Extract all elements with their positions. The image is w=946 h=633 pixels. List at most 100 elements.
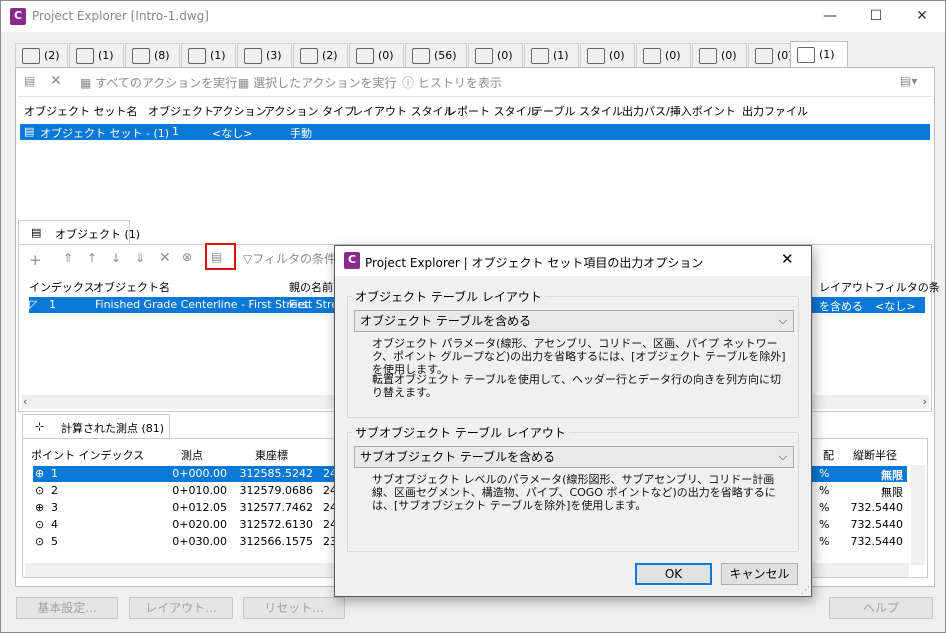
station-icon: ⊙ [35,518,45,531]
close-button[interactable]: ✕ [899,1,945,32]
maximize-button[interactable]: ☐ [853,1,899,32]
column-header[interactable]: アクション [212,103,266,119]
show-history-button[interactable]: ⓘ ヒストリを表示 [402,74,502,91]
column-header[interactable]: 東座標 [255,447,288,463]
subassembly-icon [132,47,150,64]
alignment-icon: ◸ [29,298,38,311]
station-icon: ⊙ [35,484,45,497]
profile-icon [531,47,549,64]
station-icon: ⊕ [35,501,45,514]
object-set-icon: ▤ [24,125,35,138]
highlight-box [205,243,236,270]
move-top-icon[interactable]: ⇑ [63,251,73,265]
subobject-table-layout-dropdown[interactable]: サブオブジェクト テーブルを含める ⌵ [354,446,794,468]
add-icon[interactable]: + [29,251,42,269]
scroll-left-icon[interactable]: ‹ [23,395,27,408]
corridor-icon [188,47,206,64]
move-down-icon[interactable]: ↓ [111,251,121,265]
column-header[interactable]: テーブル スタイル [532,103,623,119]
move-up-icon[interactable]: ↑ [87,251,97,265]
tab-pipe-networks[interactable]: (0) [349,43,404,67]
scroll-right-icon[interactable]: › [923,395,927,408]
object-table-layout-dropdown[interactable]: オブジェクト テーブルを含める ⌵ [354,310,794,332]
settings-button[interactable]: 基本設定... [16,597,118,619]
chevron-down-icon: ⌵ [778,314,787,327]
column-header[interactable]: フィルタの条 [874,279,940,295]
delete-icon[interactable]: ✕ [50,73,62,89]
column-header[interactable]: レイアウト スタイル [352,103,455,119]
tab-corridors[interactable]: (1) [181,43,236,67]
cancel-button[interactable]: キャンセル [721,563,798,585]
object-table-description: オブジェクト パラメータ(線形、アセンブリ、コリドー、区画、パイプ ネットワーク… [372,337,786,376]
column-header[interactable]: インデックス [29,279,95,295]
point-icon [412,47,430,64]
resize-grip-icon[interactable]: ⋰ [801,586,810,596]
station-icon: ⊹ [35,420,45,433]
group-label: オブジェクト テーブル レイアウト [352,288,545,305]
title-bar: C Project Explorer [Intro-1.dwg] — ☐ ✕ [1,1,945,32]
tab-points[interactable]: (56) [405,43,467,67]
column-header[interactable]: 配 [823,447,834,463]
column-header[interactable]: アクション タイプ [264,103,355,119]
window-title: Project Explorer [Intro-1.dwg] [32,9,209,23]
group-label: サブオブジェクト テーブル レイアウト [352,424,569,441]
column-header[interactable]: 親の名前 [289,279,333,295]
sheet-icon [755,47,773,64]
clear-icon[interactable]: ⊗ [182,250,192,264]
run-selected-button[interactable]: ▦ 選択したアクションを実行 [238,74,397,91]
reset-button[interactable]: リセット... [243,597,345,619]
tab-assemblies[interactable]: (1) [69,43,124,67]
column-header[interactable]: オブジェクト [148,103,214,119]
tab-parcels[interactable]: (2) [293,43,348,67]
dialog-close-button[interactable]: ✕ [781,250,794,268]
vertical-scrollbar[interactable] [911,465,925,565]
tab-profiles[interactable]: (1) [524,43,579,67]
move-bottom-icon[interactable]: ⇓ [135,251,145,265]
remove-icon[interactable]: ✕ [159,250,171,266]
transpose-description: 転置オブジェクト テーブルを使用して、ヘッダー行とデータ行の向きを列方向に切り替… [372,373,781,399]
column-header[interactable]: オブジェクト名 [93,279,170,295]
subobject-table-description: サブオブジェクト レベルのパラメータ(線形図形、サブアセンブリ、コリドー計画線、… [372,473,776,512]
filter-button[interactable]: ▽フィルタの条件 [243,250,336,267]
column-header[interactable]: オブジェクト セット名 [24,103,138,119]
dialog-title-bar: C Project Explorer | オブジェクト セット項目の出力オプショ… [335,246,811,276]
column-header[interactable]: 出力パス/挿入ポイント [622,103,736,119]
civil3d-app-icon: C [10,8,26,25]
help-button[interactable]: ヘルプ [829,597,933,619]
column-header[interactable]: 測点 [181,447,203,463]
table-row[interactable]: ▤ オブジェクト セット - (1) 1 <なし> 手動 [20,124,930,140]
alignment-icon [22,47,40,64]
tab-object-sets[interactable]: (1) [790,41,848,67]
tab-profile-views[interactable]: (0) [580,43,635,67]
tab-calculated-stations[interactable]: ⊹ 計算された測点 (81) [22,414,170,438]
tab-objects[interactable]: ▤ オブジェクト (1) [18,220,140,244]
tab-sections[interactable]: (0) [692,43,747,67]
column-header[interactable]: 縦断半径 [853,447,897,463]
run-all-button[interactable]: ▦ すべてのアクションを実行 [80,74,237,91]
object-set-icon [797,46,815,63]
section-icon [699,47,717,64]
column-header[interactable]: 出力ファイル [742,103,808,119]
ok-button[interactable]: OK [635,563,712,585]
view-options-icon[interactable]: ▤▾ [900,74,917,88]
civil3d-app-icon: C [344,252,360,269]
column-header[interactable]: レポート スタイル [446,103,538,119]
layout-button[interactable]: レイアウト... [129,597,233,619]
tab-surfaces[interactable]: (0) [468,43,523,67]
object-set-table: オブジェクト セット名 オブジェクト アクション アクション タイプ レイアウト… [18,96,932,242]
minimize-button[interactable]: — [807,1,853,32]
profile-view-icon [587,47,605,64]
column-header[interactable]: ポイント インデックス [31,447,144,463]
chevron-down-icon: ⌵ [778,450,787,463]
tab-sample-lines[interactable]: (0) [636,43,691,67]
output-options-dialog: C Project Explorer | オブジェクト セット項目の出力オプショ… [334,245,812,597]
tab-subassemblies[interactable]: (8) [125,43,180,67]
new-object-set-icon[interactable]: ▤ [24,74,35,88]
object-list-icon: ▤ [31,226,42,239]
tab-feature-lines[interactable]: (3) [237,43,292,67]
sample-line-icon [643,47,661,64]
assembly-icon [76,47,94,64]
subobject-table-layout-group: サブオブジェクト テーブル レイアウト サブオブジェクト テーブルを含める ⌵ … [347,424,799,552]
column-header[interactable]: レイアウト [819,279,874,295]
tab-alignments[interactable]: (2) [15,43,68,67]
